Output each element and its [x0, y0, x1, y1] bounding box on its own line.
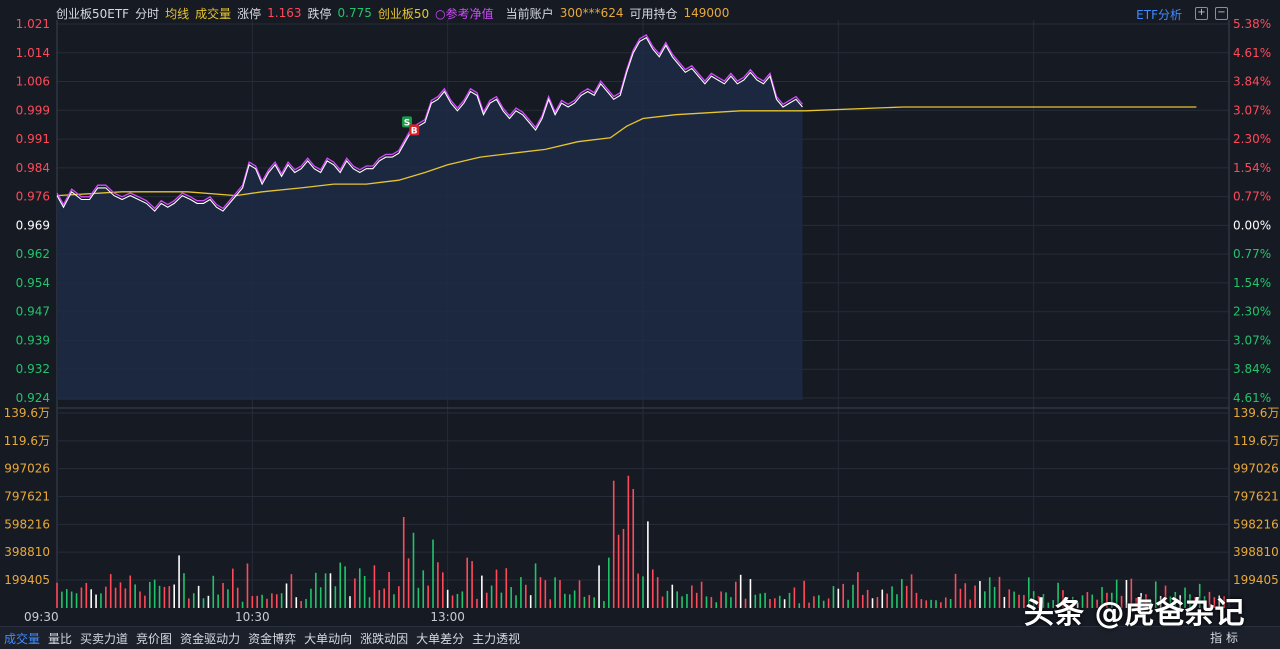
price-axis-label: 1.014 — [16, 46, 50, 60]
volume-axis-label-right: 398810 — [1233, 545, 1279, 559]
volume-axis-label: 598216 — [4, 517, 50, 531]
price-axis-label: 0.947 — [16, 305, 50, 319]
indicator-tab-6[interactable]: 大单动向 — [300, 630, 356, 647]
pct-axis-label: 3.07% — [1233, 103, 1271, 117]
pct-axis-label: 0.77% — [1233, 247, 1271, 261]
indicator-tab-5[interactable]: 资金博弈 — [244, 630, 300, 647]
pct-axis-label: 2.30% — [1233, 132, 1271, 146]
volume-axis-label: 997026 — [4, 462, 50, 476]
time-axis-label: 10:30 — [235, 610, 270, 624]
volume-axis-label: 797621 — [4, 490, 50, 504]
indicator-tab-3[interactable]: 竞价图 — [132, 630, 176, 647]
avg-line-label[interactable]: 均线 — [165, 5, 189, 22]
account-value: 300***624 — [559, 6, 624, 20]
volume-axis-label-right: 119.6万 — [1233, 434, 1279, 448]
limit-down-label: 跌停 — [307, 6, 332, 21]
indicator-tab-4[interactable]: 资金驱动力 — [176, 630, 244, 647]
volume-axis-label-right: 797621 — [1233, 490, 1279, 504]
price-axis-label: 0.976 — [16, 190, 50, 204]
security-name: 创业板50ETF — [56, 6, 130, 21]
price-axis-label: 0.924 — [16, 391, 50, 405]
price-axis-label: 0.962 — [16, 247, 50, 261]
pct-axis-label: 0.00% — [1233, 218, 1271, 232]
pct-axis-label: 1.54% — [1233, 161, 1271, 175]
mode-label[interactable]: 分时 — [135, 5, 159, 22]
chart-header: 创业板50ETF 分时 均线 成交量 涨停 1.163 跌停 0.775 创业板… — [0, 0, 1280, 26]
price-axis-label: 0.991 — [16, 132, 50, 146]
intraday-chart[interactable]: 1.021 5.38%1.014 4.61%1.006 3.84%0.999 3.07%… — [0, 0, 1280, 648]
volume-axis-label-right: 997026 — [1233, 462, 1279, 476]
volume-axis-label: 139.6万 — [4, 406, 50, 420]
price-axis-label: 0.954 — [16, 276, 50, 290]
volume-label[interactable]: 成交量 — [195, 5, 231, 22]
pct-axis-label: 0.77% — [1233, 190, 1271, 204]
time-axis-label: 13:00 — [430, 610, 465, 624]
price-axis-label: 0.984 — [16, 161, 50, 175]
position-value: 149000 — [683, 6, 730, 20]
volume-axis-label: 199405 — [4, 573, 50, 587]
add-icon[interactable]: + — [1195, 7, 1208, 20]
pct-axis-label: 4.61% — [1233, 46, 1271, 60]
price-axis-label: 0.999 — [16, 103, 50, 117]
indicator-tab-7[interactable]: 涨跌动因 — [356, 630, 412, 647]
price-axis-label: 0.969 — [16, 218, 50, 232]
watermark: 头条 @虎爸杂记 — [1024, 596, 1245, 631]
account-label: 当前账户 — [505, 6, 554, 21]
indicator-tab-9[interactable]: 主力透视 — [468, 630, 524, 647]
indicator-tab-8[interactable]: 大单差分 — [412, 630, 468, 647]
pct-axis-label: 2.30% — [1233, 305, 1271, 319]
indicator-tab-1[interactable]: 量比 — [44, 630, 76, 647]
indicator-tab-0[interactable]: 成交量 — [0, 630, 44, 647]
limit-up-value: 1.163 — [267, 6, 302, 20]
position-label: 可用持仓 — [629, 6, 678, 21]
nav-label: 参考净值 — [445, 6, 494, 21]
limit-down-value: 0.775 — [337, 6, 372, 20]
price-axis-label: 0.939 — [16, 333, 50, 347]
price-axis-label: 0.932 — [16, 362, 50, 376]
pct-axis-label: 1.54% — [1233, 276, 1271, 290]
volume-axis-label-right: 199405 — [1233, 573, 1279, 587]
pct-axis-label: 3.84% — [1233, 75, 1271, 89]
pct-axis-label: 3.84% — [1233, 362, 1271, 376]
etf-analysis-button[interactable]: ETF分析 — [1136, 6, 1182, 23]
pct-axis-label: 4.61% — [1233, 391, 1271, 405]
limit-up-label: 涨停 — [237, 6, 262, 21]
indicator-tab-2[interactable]: 买卖力道 — [76, 630, 132, 647]
volume-axis-label: 398810 — [4, 545, 50, 559]
time-axis-label: 09:30 — [24, 610, 59, 624]
volume-axis-label-right: 598216 — [1233, 517, 1279, 531]
trade-marker-label: B — [411, 126, 418, 136]
minus-icon[interactable]: − — [1215, 7, 1228, 20]
volume-axis-label: 119.6万 — [4, 434, 50, 448]
nav-toggle[interactable]: ○参考净值 — [435, 5, 500, 22]
price-axis-label: 1.006 — [16, 75, 50, 89]
pct-axis-label: 3.07% — [1233, 333, 1271, 347]
volume-axis-label-right: 139.6万 — [1233, 406, 1279, 420]
index-name[interactable]: 创业板50 — [378, 5, 429, 22]
